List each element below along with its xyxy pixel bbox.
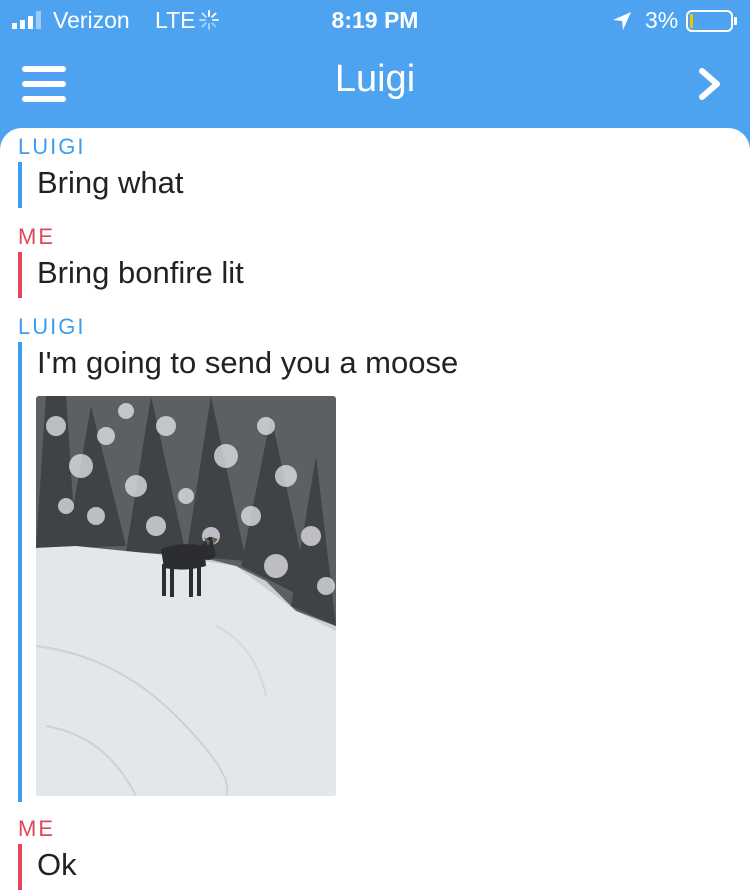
battery-percent: 3% xyxy=(645,7,679,33)
moose-photo[interactable] xyxy=(36,396,336,796)
message-bar-me xyxy=(18,844,22,890)
battery-icon xyxy=(686,10,737,32)
location-arrow-icon xyxy=(613,12,631,30)
sender-label-me: ME xyxy=(18,224,55,249)
chat-area[interactable]: LUIGI Bring what ME Bring bonfire lit LU… xyxy=(0,128,750,890)
chat-title: Luigi xyxy=(334,58,416,100)
message-text: Bring bonfire lit xyxy=(37,255,244,290)
message-text: Ok xyxy=(37,847,77,882)
message-bar-friend xyxy=(18,162,22,208)
sender-label-luigi: LUIGI xyxy=(18,314,86,339)
message-text: Bring what xyxy=(37,165,184,200)
message-text: I'm going to send you a moose xyxy=(37,345,459,380)
message-bar-me xyxy=(18,252,22,298)
status-bar: Verizon LTE 8:19 PM 3% xyxy=(0,0,750,42)
sender-label-me: ME xyxy=(18,816,55,841)
chevron-right-icon[interactable] xyxy=(695,66,725,102)
message-bar-friend xyxy=(18,342,22,802)
sender-label-luigi: LUIGI xyxy=(18,134,86,159)
nav-bar: Luigi xyxy=(0,42,750,130)
status-time: 8:19 PM xyxy=(331,7,419,33)
